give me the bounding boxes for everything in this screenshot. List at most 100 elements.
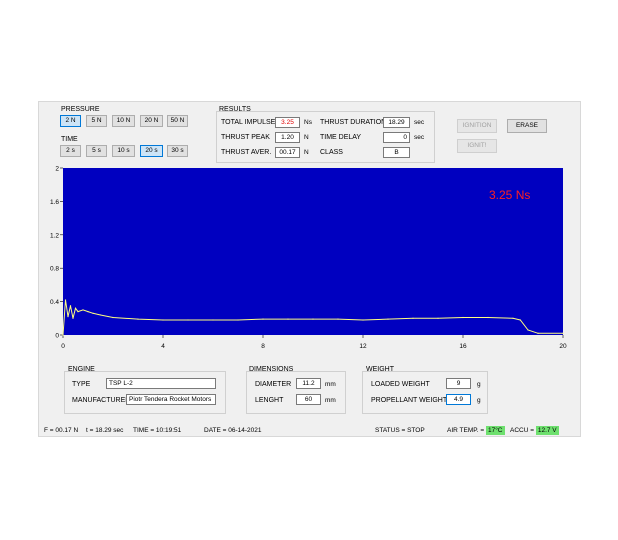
pressure-50n-button[interactable]: 50 N [167, 115, 188, 127]
thrust-peak-label: THRUST PEAK [221, 134, 270, 141]
y-tick-label: 1.6 [50, 199, 59, 206]
class-label: CLASS [320, 149, 343, 156]
y-tick-label: 1.2 [50, 232, 59, 239]
x-tick-label: 20 [559, 343, 567, 350]
thrust-data-point [387, 318, 389, 320]
manufacturer-label: MANUFACTURER [72, 397, 131, 404]
pressure-title: PRESSURE [61, 106, 100, 113]
class-field[interactable]: B [383, 147, 410, 158]
pressure-2n-button[interactable]: 2 N [60, 115, 81, 127]
thrust-aver-unit: N [304, 149, 309, 156]
air-temp-label: AIR TEMP. = [447, 427, 485, 434]
thrust-data-point [519, 319, 521, 321]
accu-label: ACCU = [510, 427, 535, 434]
time-10s-button[interactable]: 10 s [112, 145, 135, 157]
thrust-data-point [99, 314, 102, 316]
air-temp-badge: 17°C [485, 426, 505, 435]
thrust-data-point [237, 319, 239, 321]
date-readout: DATE = 06-14-2021 [204, 427, 262, 434]
ignit-button[interactable]: IGNIT! [457, 139, 497, 153]
propellant-weight-unit: g [477, 397, 481, 404]
thrust-peak-unit: N [304, 134, 309, 141]
x-axis-ticks: 0 4 8 12 16 20 [61, 335, 567, 350]
thrust-data-point [74, 307, 77, 309]
thrust-data-point [287, 318, 289, 320]
thrust-duration-field[interactable]: 18.29 [383, 117, 410, 128]
pressure-20n-button[interactable]: 20 N [140, 115, 163, 127]
propellant-weight-label: PROPELLANT WEIGHT [371, 397, 448, 404]
length-field[interactable]: 60 [296, 394, 321, 405]
time-30s-button[interactable]: 30 s [167, 145, 188, 157]
y-tick-label: 0 [55, 333, 59, 340]
erase-button[interactable]: ERASE [507, 119, 547, 133]
thrust-data-point [162, 319, 164, 321]
air-temp-readout: AIR TEMP. = 17°C [447, 426, 505, 435]
plot-area [63, 168, 563, 335]
thrust-data-point [362, 319, 364, 321]
time-delay-field[interactable]: 0 [383, 132, 410, 143]
thrust-data-point [412, 317, 414, 319]
total-impulse-label: TOTAL IMPULSE [221, 119, 276, 126]
loaded-weight-field[interactable]: 9 [446, 378, 471, 389]
thrust-data-point [312, 318, 314, 320]
loaded-weight-label: LOADED WEIGHT [371, 381, 430, 388]
thrust-data-point [137, 318, 139, 320]
thrust-aver-label: THRUST AVER. [221, 149, 272, 156]
x-tick-label: 4 [161, 343, 165, 350]
thrust-data-point [212, 319, 214, 321]
thrust-data-point [462, 316, 464, 319]
x-tick-label: 12 [359, 343, 367, 350]
y-tick-label: 0.8 [50, 266, 59, 273]
time-title: TIME [61, 136, 78, 143]
diameter-unit: mm [325, 381, 336, 388]
thrust-data-point [87, 311, 89, 313]
thrust-duration-label: THRUST DURATION [320, 119, 387, 126]
x-tick-label: 8 [261, 343, 265, 350]
clock-readout: TIME = 10:19:51 [133, 427, 182, 434]
thrust-data-point [64, 299, 67, 301]
thrust-data-point [69, 305, 72, 307]
time-2s-button[interactable]: 2 s [60, 145, 81, 157]
time-elapsed-readout: t = 18.29 sec [86, 427, 124, 434]
y-axis-ticks: 2 1.6 1.2 0.8 0.4 0 [50, 166, 63, 340]
thrust-data-point [487, 316, 489, 319]
time-5s-button[interactable]: 5 s [86, 145, 107, 157]
thrust-data-point [77, 311, 79, 313]
thrust-data-point [512, 317, 514, 319]
total-impulse-field[interactable]: 3.25 [275, 117, 300, 128]
manufacturer-field[interactable]: Piotr Tendera Rocket Motors [126, 394, 216, 405]
diameter-label: DIAMETER [255, 381, 292, 388]
force-readout: F = 00.17 N [44, 427, 79, 434]
thrust-data-point [562, 332, 564, 334]
thrust-data-point [527, 329, 529, 331]
thrust-peak-field[interactable]: 1.20 [275, 132, 300, 143]
time-delay-label: TIME DELAY [320, 134, 362, 141]
thrust-data-point [67, 316, 69, 318]
total-impulse-unit: Ns [304, 119, 312, 126]
propellant-weight-field[interactable]: 4.9 [446, 394, 471, 405]
thrust-data-point [62, 334, 64, 336]
engine-type-field[interactable]: TSP L-2 [106, 378, 216, 389]
loaded-weight-unit: g [477, 381, 481, 388]
y-tick-label: 0.4 [50, 299, 59, 306]
pressure-10n-button[interactable]: 10 N [112, 115, 135, 127]
thrust-data-point [72, 317, 74, 319]
impulse-annotation: 3.25 Ns [489, 188, 530, 202]
pressure-5n-button[interactable]: 5 N [86, 115, 107, 127]
engine-type-label: TYPE [72, 381, 91, 388]
diameter-field[interactable]: 11.2 [296, 378, 321, 389]
time-20s-button[interactable]: 20 s [140, 145, 163, 157]
x-tick-label: 0 [61, 343, 65, 350]
thrust-data-point [337, 318, 339, 320]
thrust-data-point [437, 317, 439, 319]
accu-readout: ACCU = 12.7 V [510, 426, 559, 435]
thrust-data-point [82, 309, 84, 311]
thrust-chart: 2 1.6 1.2 0.8 0.4 0 0 4 8 12 16 20 3.25 Ns [50, 166, 567, 351]
ignition-button[interactable]: IGNITION [457, 119, 497, 133]
accu-badge: 12.7 V [535, 426, 559, 435]
thrust-data-point [92, 312, 94, 314]
thrust-aver-field[interactable]: 00.17 [275, 147, 300, 158]
thrust-data-point [187, 319, 189, 321]
time-delay-unit: sec [414, 134, 425, 141]
thrust-data-point [262, 318, 264, 320]
